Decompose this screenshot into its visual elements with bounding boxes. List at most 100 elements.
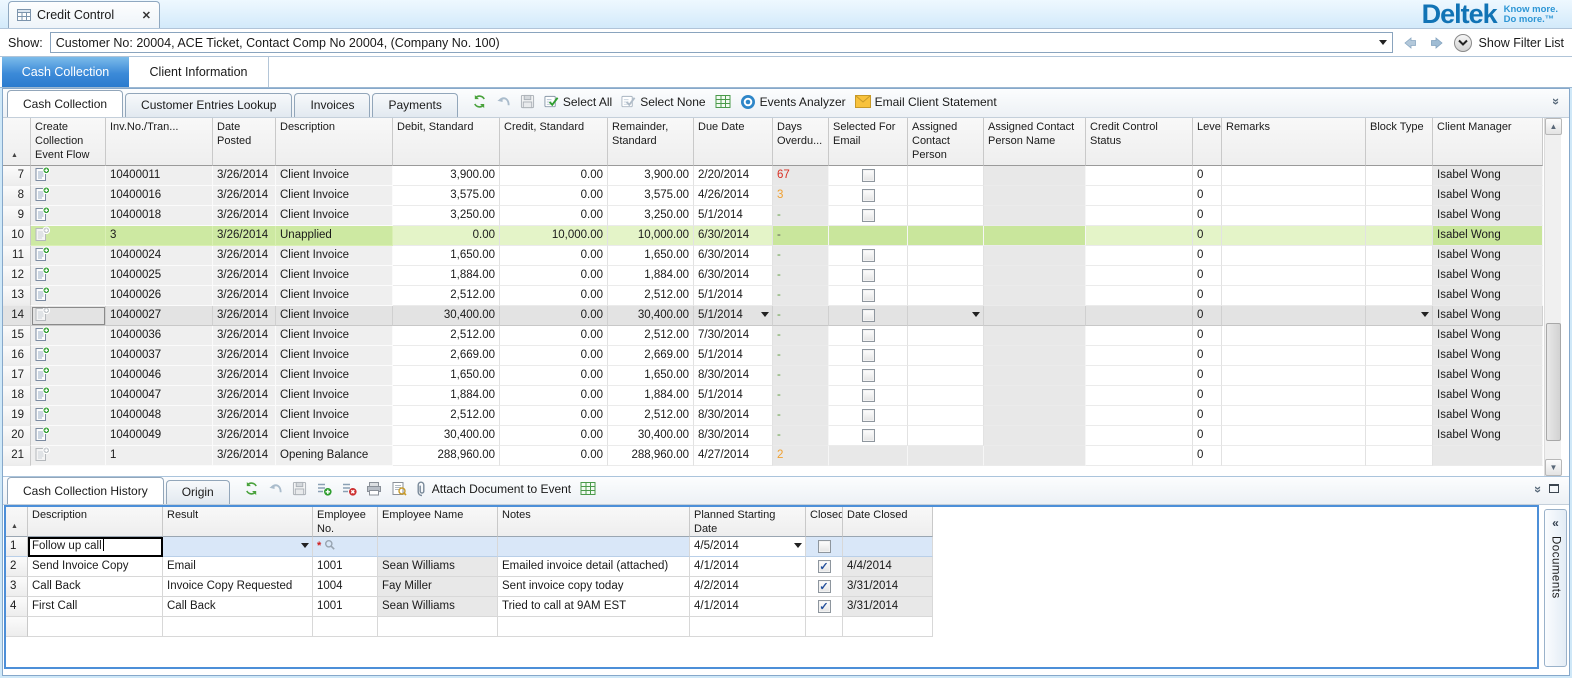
column-header[interactable]: Client Manager: [1433, 118, 1543, 166]
assigned-contact-person-name-cell[interactable]: [984, 366, 1086, 386]
date-posted-cell[interactable]: 3/26/2014: [213, 406, 276, 426]
select-none-button[interactable]: Select None: [621, 94, 705, 109]
events-analyzer-button[interactable]: Events Analyzer: [740, 94, 846, 110]
row-number[interactable]: 9: [3, 206, 31, 226]
selected-for-email-cell[interactable]: [829, 306, 908, 326]
debit-cell[interactable]: 30,400.00: [393, 426, 500, 446]
remainder-cell[interactable]: 3,250.00: [608, 206, 694, 226]
scroll-down-icon[interactable]: ▼: [1545, 459, 1562, 476]
create-collection-event-icon[interactable]: [31, 226, 106, 246]
level-cell[interactable]: 0: [1193, 266, 1222, 286]
description-cell[interactable]: Client Invoice: [276, 306, 393, 326]
selected-for-email-cell[interactable]: [829, 386, 908, 406]
create-collection-event-icon[interactable]: [31, 326, 106, 346]
assigned-contact-person-name-cell[interactable]: [984, 166, 1086, 186]
email-checkbox[interactable]: [862, 329, 875, 342]
description-cell[interactable]: Client Invoice: [276, 426, 393, 446]
block-type-cell[interactable]: [1366, 326, 1433, 346]
forward-arrow-icon[interactable]: [1427, 36, 1447, 50]
invoice-number-cell[interactable]: 10400011: [106, 166, 213, 186]
column-header[interactable]: Employee No.: [313, 507, 378, 537]
assigned-contact-person-cell[interactable]: [908, 166, 984, 186]
debit-cell[interactable]: 30,400.00: [393, 306, 500, 326]
closed-checkbox-cell[interactable]: [806, 557, 843, 577]
delete-record-icon[interactable]: [341, 481, 357, 496]
description-edit-cell[interactable]: Follow up call: [28, 537, 163, 557]
history-row[interactable]: 2Send Invoice CopyEmail1001Sean Williams…: [6, 557, 934, 577]
doc-tab-credit-control[interactable]: Credit Control ✕: [8, 1, 160, 28]
description-cell[interactable]: Client Invoice: [276, 206, 393, 226]
client-manager-cell[interactable]: Isabel Wong: [1433, 286, 1543, 306]
filter-combobox[interactable]: Customer No: 20004, ACE Ticket, Contact …: [50, 32, 1393, 53]
row-number[interactable]: 20: [3, 426, 31, 446]
days-overdue-cell[interactable]: -: [773, 326, 829, 346]
remainder-cell[interactable]: 1,884.00: [608, 386, 694, 406]
invoice-number-cell[interactable]: 1: [106, 446, 213, 466]
client-manager-cell[interactable]: Isabel Wong: [1433, 386, 1543, 406]
result-dropdown-cell[interactable]: [163, 537, 313, 557]
assigned-contact-person-cell[interactable]: [908, 346, 984, 366]
credit-cell[interactable]: 0.00: [500, 346, 608, 366]
credit-cell[interactable]: 0.00: [500, 366, 608, 386]
subtab-cash-collection-history[interactable]: Cash Collection History: [7, 477, 164, 504]
block-type-cell[interactable]: [1366, 366, 1433, 386]
employee-no-cell[interactable]: 1001: [313, 557, 378, 577]
days-overdue-cell[interactable]: -: [773, 246, 829, 266]
invoice-row[interactable]: 19104000483/26/2014Client Invoice2,512.0…: [3, 406, 1544, 426]
invoice-row[interactable]: 2113/26/2014Opening Balance288,960.000.0…: [3, 446, 1544, 466]
debit-cell[interactable]: 288,960.00: [393, 446, 500, 466]
invoice-number-cell[interactable]: 10400048: [106, 406, 213, 426]
description-cell[interactable]: Client Invoice: [276, 266, 393, 286]
remainder-cell[interactable]: 288,960.00: [608, 446, 694, 466]
level-cell[interactable]: 0: [1193, 286, 1222, 306]
refresh-icon[interactable]: [244, 481, 259, 496]
planned-starting-date-cell[interactable]: 4/5/2014: [690, 537, 806, 557]
column-header[interactable]: Inv.No./Tran...: [106, 118, 213, 166]
create-collection-event-icon[interactable]: [31, 446, 106, 466]
result-cell[interactable]: Call Back: [163, 597, 313, 617]
debit-cell[interactable]: 2,512.00: [393, 406, 500, 426]
selected-for-email-cell[interactable]: [829, 366, 908, 386]
invoice-row[interactable]: 8104000163/26/2014Client Invoice3,575.00…: [3, 186, 1544, 206]
assigned-contact-person-name-cell[interactable]: [984, 206, 1086, 226]
column-header[interactable]: Days Overdu...: [773, 118, 829, 166]
level-cell[interactable]: 0: [1193, 446, 1222, 466]
subtab-payments[interactable]: Payments: [372, 93, 457, 117]
row-number[interactable]: 11: [3, 246, 31, 266]
column-header[interactable]: Description: [28, 507, 163, 537]
due-date-cell[interactable]: 7/30/2014: [694, 326, 773, 346]
invoice-row[interactable]: 12104000253/26/2014Client Invoice1,884.0…: [3, 266, 1544, 286]
assigned-contact-person-name-cell[interactable]: [984, 426, 1086, 446]
column-header[interactable]: Due Date: [694, 118, 773, 166]
create-collection-event-icon[interactable]: [31, 286, 106, 306]
invoice-number-cell[interactable]: 10400018: [106, 206, 213, 226]
level-cell[interactable]: 0: [1193, 366, 1222, 386]
create-collection-event-icon[interactable]: [31, 246, 106, 266]
row-selector-header[interactable]: ▲: [3, 118, 31, 166]
assigned-contact-person-name-cell[interactable]: [984, 226, 1086, 246]
level-cell[interactable]: 0: [1193, 226, 1222, 246]
remainder-cell[interactable]: 30,400.00: [608, 426, 694, 446]
column-header[interactable]: Remarks: [1222, 118, 1366, 166]
credit-cell[interactable]: 0.00: [500, 206, 608, 226]
row-number[interactable]: 18: [3, 386, 31, 406]
column-header[interactable]: Create Collection Event Flow: [31, 118, 106, 166]
date-posted-cell[interactable]: 3/26/2014: [213, 246, 276, 266]
days-overdue-cell[interactable]: -: [773, 286, 829, 306]
assigned-contact-person-cell[interactable]: [908, 366, 984, 386]
date-posted-cell[interactable]: 3/26/2014: [213, 286, 276, 306]
email-checkbox[interactable]: [862, 269, 875, 282]
date-posted-cell[interactable]: 3/26/2014: [213, 386, 276, 406]
assigned-contact-person-cell[interactable]: [908, 406, 984, 426]
remainder-cell[interactable]: 10,000.00: [608, 226, 694, 246]
column-header[interactable]: Credit Control Status: [1086, 118, 1193, 166]
block-type-cell[interactable]: [1366, 226, 1433, 246]
create-collection-event-icon[interactable]: [31, 406, 106, 426]
assigned-contact-person-cell[interactable]: [908, 186, 984, 206]
invoice-number-cell[interactable]: 10400024: [106, 246, 213, 266]
due-date-cell[interactable]: 5/1/2014: [694, 346, 773, 366]
client-manager-cell[interactable]: Isabel Wong: [1433, 366, 1543, 386]
assigned-contact-person-cell[interactable]: [908, 286, 984, 306]
debit-cell[interactable]: 1,884.00: [393, 266, 500, 286]
block-type-cell[interactable]: [1366, 426, 1433, 446]
